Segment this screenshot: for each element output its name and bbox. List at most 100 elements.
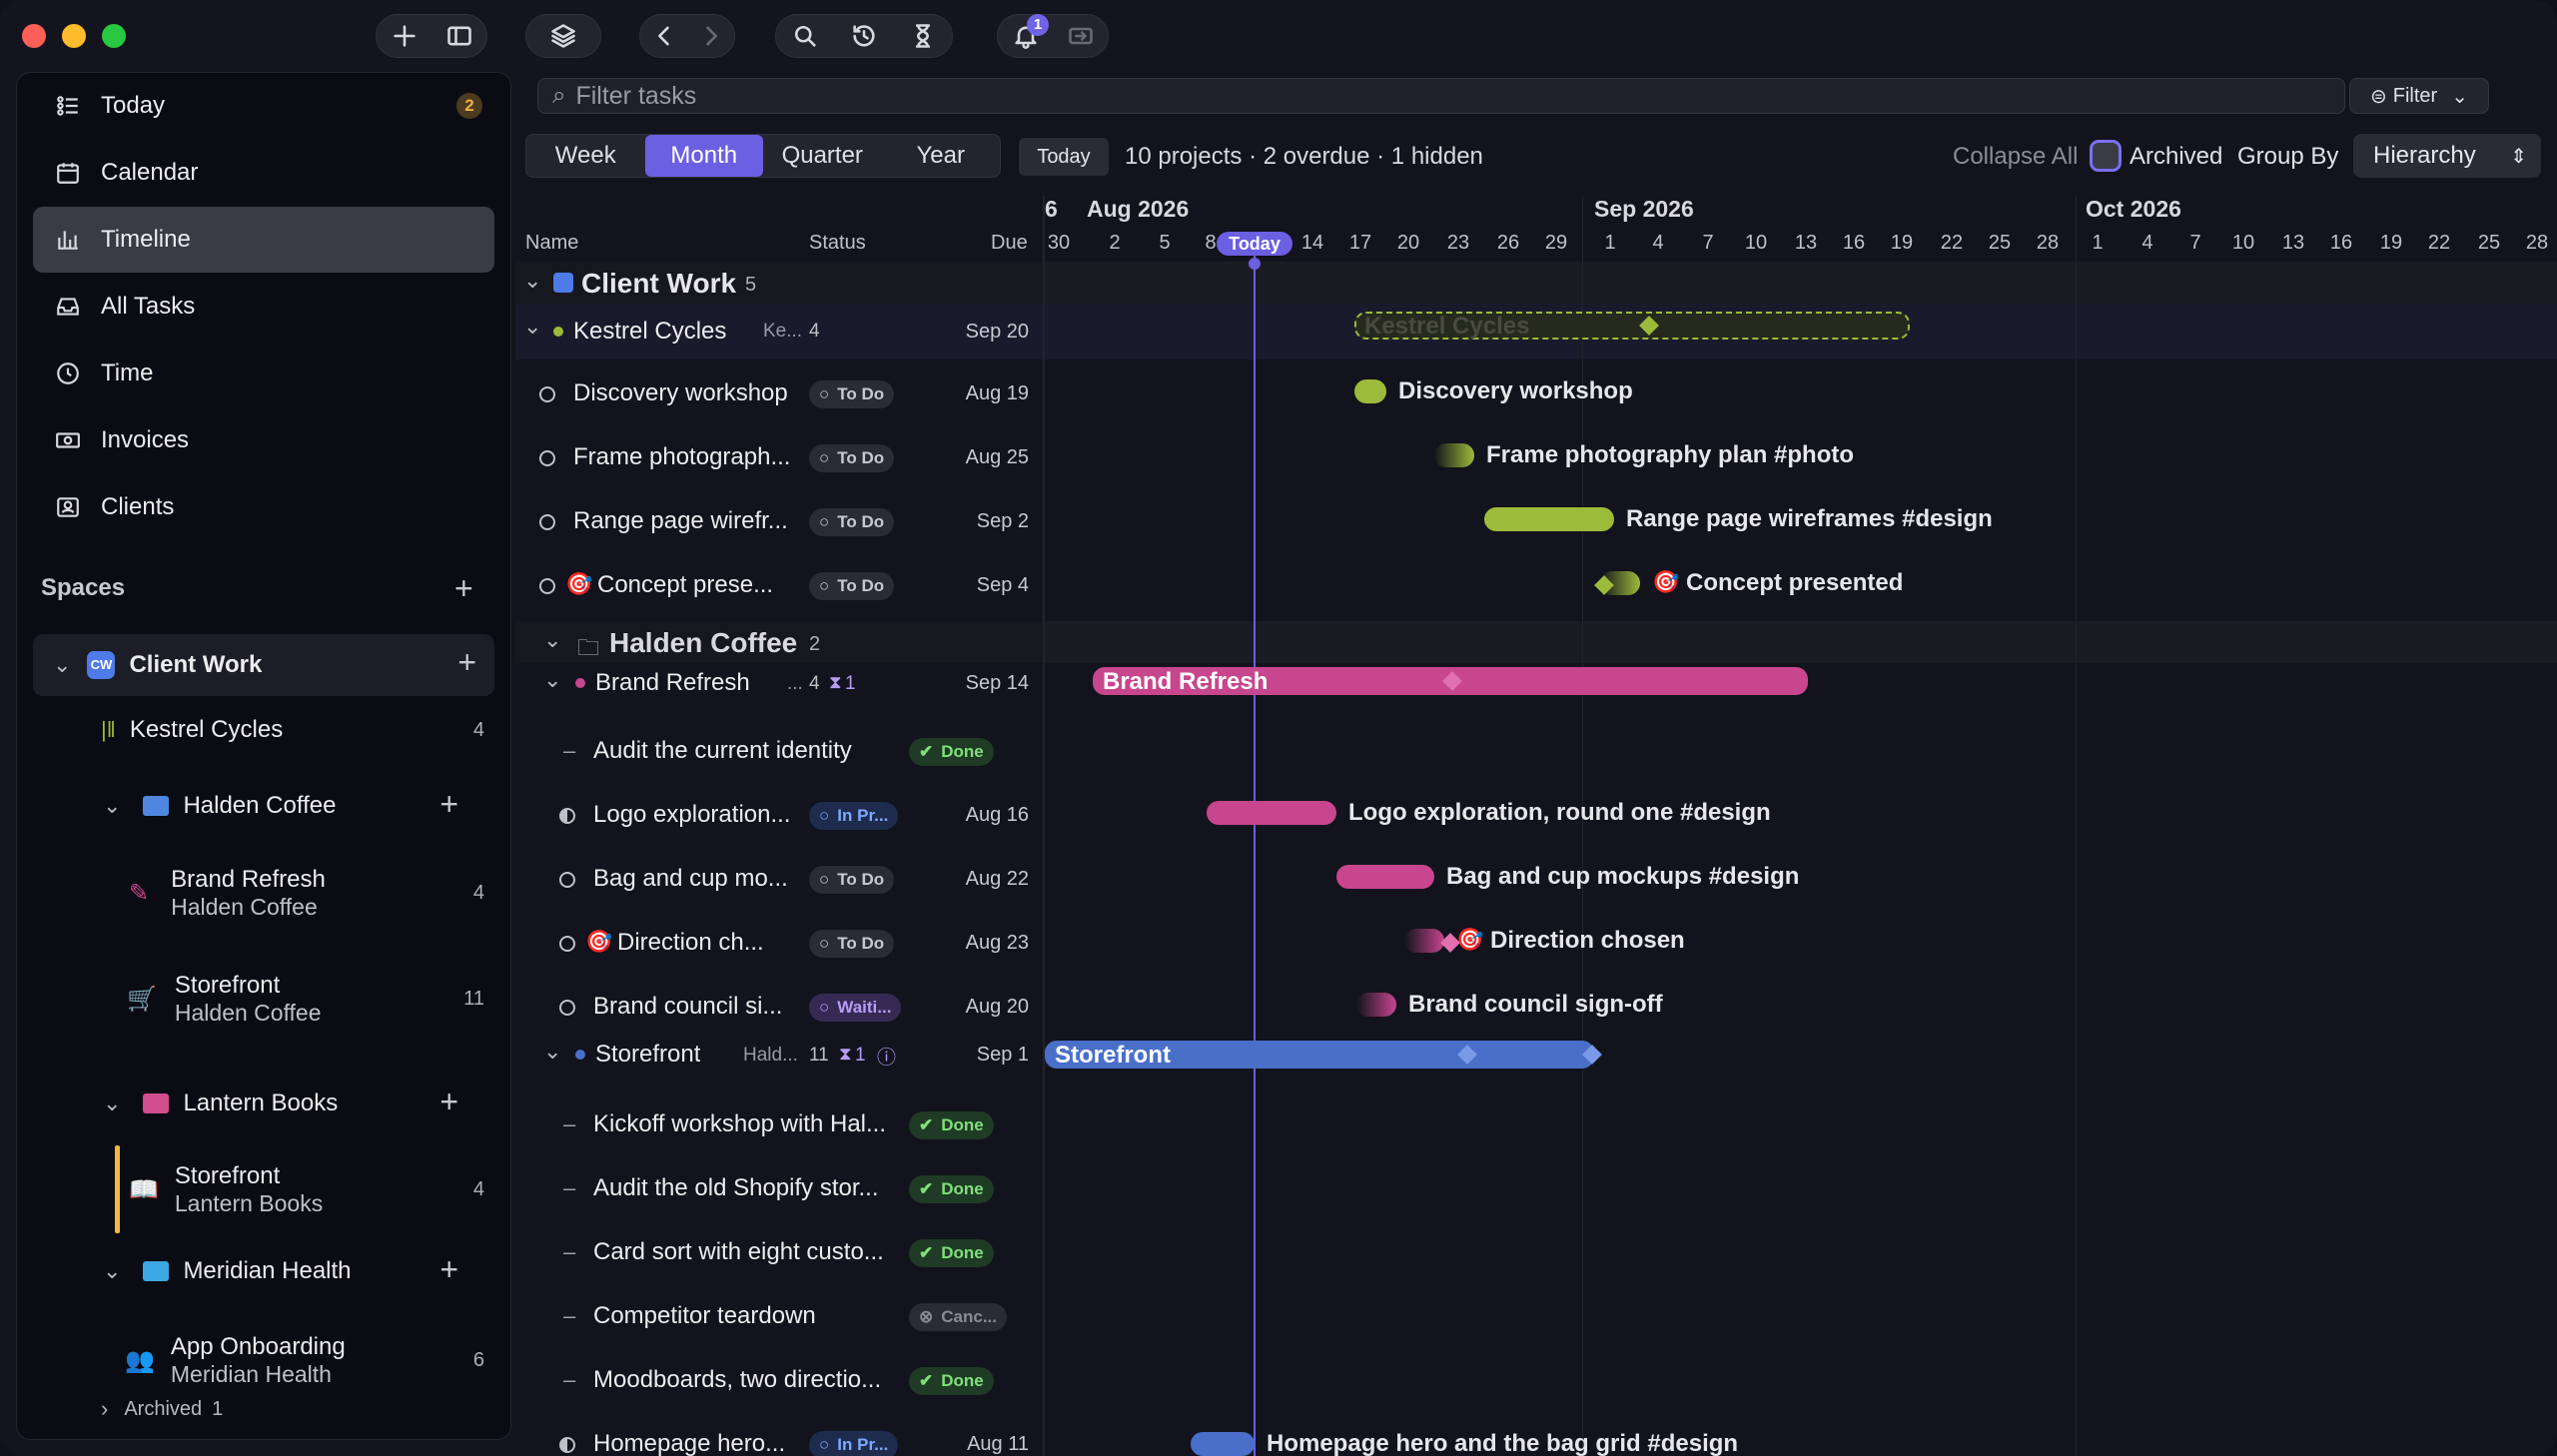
sidebar-project-storefront-lantern[interactable]: 📖 Storefront Lantern Books 4 (33, 1141, 494, 1237)
status-badge[interactable]: ○ To Do (809, 866, 895, 894)
search-button[interactable] (776, 14, 835, 58)
add-to-folder-button[interactable]: + (439, 1253, 458, 1285)
sidebar-folder-halden[interactable]: ⌄ Halden Coffee + (33, 776, 494, 836)
sidebar-project-kestrel[interactable]: |‖ Kestrel Cycles 4 (33, 700, 494, 760)
task-row[interactable]: – Audit the current identity ✔ Done (515, 721, 1043, 781)
add-space-button[interactable]: + (454, 572, 473, 604)
sidebar-folder-meridian[interactable]: ⌄ Meridian Health + (33, 1241, 494, 1301)
history-button[interactable] (835, 14, 894, 58)
timeline-bar-discovery[interactable] (1354, 379, 1386, 403)
task-status-circle-icon[interactable] (539, 578, 555, 594)
sidebar-item-today[interactable]: Today 2 (33, 73, 494, 139)
task-status-circle-icon[interactable] (539, 450, 555, 466)
column-header-name[interactable]: Name (525, 232, 578, 255)
filter-button[interactable]: ⊜ Filter ⌄ (2349, 78, 2489, 114)
timer-button[interactable] (893, 14, 952, 58)
view-mode-year[interactable]: Year (882, 135, 1001, 177)
task-status-circle-icon[interactable] (559, 872, 575, 888)
sidebar-project-storefront-halden[interactable]: 🛒 Storefront Halden Coffee 11 (33, 954, 494, 1044)
task-row[interactable]: Frame photograph... ○ To Do Aug 25 (515, 427, 1043, 487)
status-badge[interactable]: ✔ Done (909, 1111, 994, 1139)
zoom-window-button[interactable] (102, 24, 126, 48)
add-to-space-button[interactable]: + (457, 646, 476, 678)
task-row[interactable]: – Competitor teardown ⊗ Canc... (515, 1286, 1043, 1346)
back-button[interactable] (642, 14, 686, 58)
status-badge[interactable]: ○ In Pr... (809, 802, 899, 830)
status-badge[interactable]: ✔ Done (909, 1239, 994, 1267)
status-badge[interactable]: ⊗ Canc... (909, 1303, 1007, 1331)
project-row-storefront[interactable]: ⌄ Storefront Hald... 11 ⧗ 1 ⓘ Sep 1 (515, 1025, 1043, 1085)
timeline-bar-homepage[interactable] (1191, 1432, 1255, 1456)
layers-menu-button[interactable] (525, 14, 601, 58)
status-badge[interactable]: ○ In Pr... (809, 1431, 899, 1456)
task-row[interactable]: – Moodboards, two directio... ✔ Done (515, 1350, 1043, 1410)
status-badge[interactable]: ○ To Do (809, 444, 895, 472)
toggle-sidebar-button[interactable] (431, 14, 486, 58)
archived-checkbox[interactable] (2090, 140, 2122, 172)
timeline-bar-council[interactable] (1356, 993, 1396, 1017)
timeline-bar-frame[interactable] (1434, 443, 1474, 467)
sidebar-item-clients[interactable]: Clients (33, 474, 494, 540)
column-header-due[interactable]: Due (991, 232, 1028, 255)
timeline-bar-logo[interactable] (1207, 801, 1336, 825)
sidebar-archived[interactable]: › Archived 1 (33, 1389, 494, 1429)
collapse-all-button[interactable]: Collapse All (1953, 143, 2078, 171)
task-row[interactable]: – Kickoff workshop with Hal... ✔ Done (515, 1094, 1043, 1154)
sidebar-item-all-tasks[interactable]: All Tasks (33, 274, 494, 340)
task-row[interactable]: 🎯 Concept prese... ○ To Do Sep 4 (515, 555, 1043, 615)
project-row-brand-refresh[interactable]: ⌄ Brand Refresh ... 4 ⧗ 1 Sep 14 (515, 653, 1043, 713)
add-to-folder-button[interactable]: + (439, 1086, 458, 1117)
status-badge[interactable]: ○ To Do (809, 930, 895, 958)
sync-button[interactable] (1053, 14, 1108, 58)
project-row-kestrel[interactable]: ⌄ Kestrel Cycles Ke... 4 Sep 20 (515, 304, 1043, 360)
view-mode-week[interactable]: Week (526, 135, 645, 177)
sidebar-folder-lantern[interactable]: ⌄ Lantern Books + (33, 1074, 494, 1133)
view-mode-month[interactable]: Month (644, 135, 763, 177)
task-status-circle-icon[interactable] (559, 936, 575, 952)
status-badge[interactable]: ○ To Do (809, 572, 895, 600)
view-mode-quarter[interactable]: Quarter (763, 135, 882, 177)
task-status-circle-icon[interactable] (539, 386, 555, 402)
in-progress-icon[interactable] (559, 1437, 575, 1453)
task-row[interactable]: 🎯 Direction ch... ○ To Do Aug 23 (515, 913, 1043, 973)
task-row[interactable]: – Audit the old Shopify stor... ✔ Done (515, 1158, 1043, 1218)
task-row[interactable]: Logo exploration... ○ In Pr... Aug 16 (515, 785, 1043, 845)
in-progress-icon[interactable] (559, 808, 575, 824)
sidebar-item-timeline[interactable]: Timeline (33, 207, 494, 273)
column-header-status[interactable]: Status (809, 232, 866, 255)
sidebar-item-invoices[interactable]: Invoices (33, 407, 494, 473)
close-window-button[interactable] (22, 24, 46, 48)
today-button[interactable]: Today (1019, 138, 1109, 176)
add-button[interactable] (377, 14, 431, 58)
sidebar-item-time[interactable]: Time (33, 341, 494, 406)
status-badge[interactable]: ✔ Done (909, 1175, 994, 1203)
sidebar-project-brand-refresh[interactable]: ✎ Brand Refresh Halden Coffee 4 (33, 848, 494, 938)
status-badge[interactable]: ○ Waiti... (809, 994, 902, 1022)
project-name: Storefront (595, 1041, 701, 1068)
task-due: Aug 25 (965, 446, 1029, 468)
day-tick-label: 1 (2092, 232, 2104, 254)
forward-button[interactable] (689, 14, 733, 58)
status-badge[interactable]: ○ To Do (809, 380, 895, 408)
sidebar-item-calendar[interactable]: Calendar (33, 140, 494, 206)
sidebar-space-client-work[interactable]: ⌄ CW Client Work + (33, 634, 494, 696)
group-row-client-work[interactable]: ⌄ Client Work 5 (515, 262, 1043, 304)
group-by-select[interactable]: Hierarchy ⇕ (2353, 134, 2541, 178)
add-to-folder-button[interactable]: + (439, 788, 458, 820)
timeline-bar-direction[interactable] (1404, 929, 1444, 953)
filter-input[interactable]: ⌕ Filter tasks (537, 78, 2345, 114)
status-badge[interactable]: ✔ Done (909, 738, 994, 766)
waiting-icon[interactable] (559, 1000, 575, 1016)
status-badge[interactable]: ✔ Done (909, 1367, 994, 1395)
minimize-window-button[interactable] (62, 24, 86, 48)
task-row[interactable]: Bag and cup mo... ○ To Do Aug 22 (515, 849, 1043, 909)
timeline-bar-range[interactable] (1484, 507, 1614, 531)
task-row[interactable]: Range page wirefr... ○ To Do Sep 2 (515, 491, 1043, 551)
task-status-circle-icon[interactable] (539, 514, 555, 530)
timeline-bar-bag[interactable] (1336, 865, 1434, 889)
status-icon: ○ (819, 870, 830, 889)
task-row[interactable]: – Card sort with eight custo... ✔ Done (515, 1222, 1043, 1282)
task-row[interactable]: Discovery workshop ○ To Do Aug 19 (515, 364, 1043, 423)
status-badge[interactable]: ○ To Do (809, 508, 895, 536)
task-row[interactable]: Homepage hero... ○ In Pr... Aug 11 (515, 1414, 1043, 1456)
